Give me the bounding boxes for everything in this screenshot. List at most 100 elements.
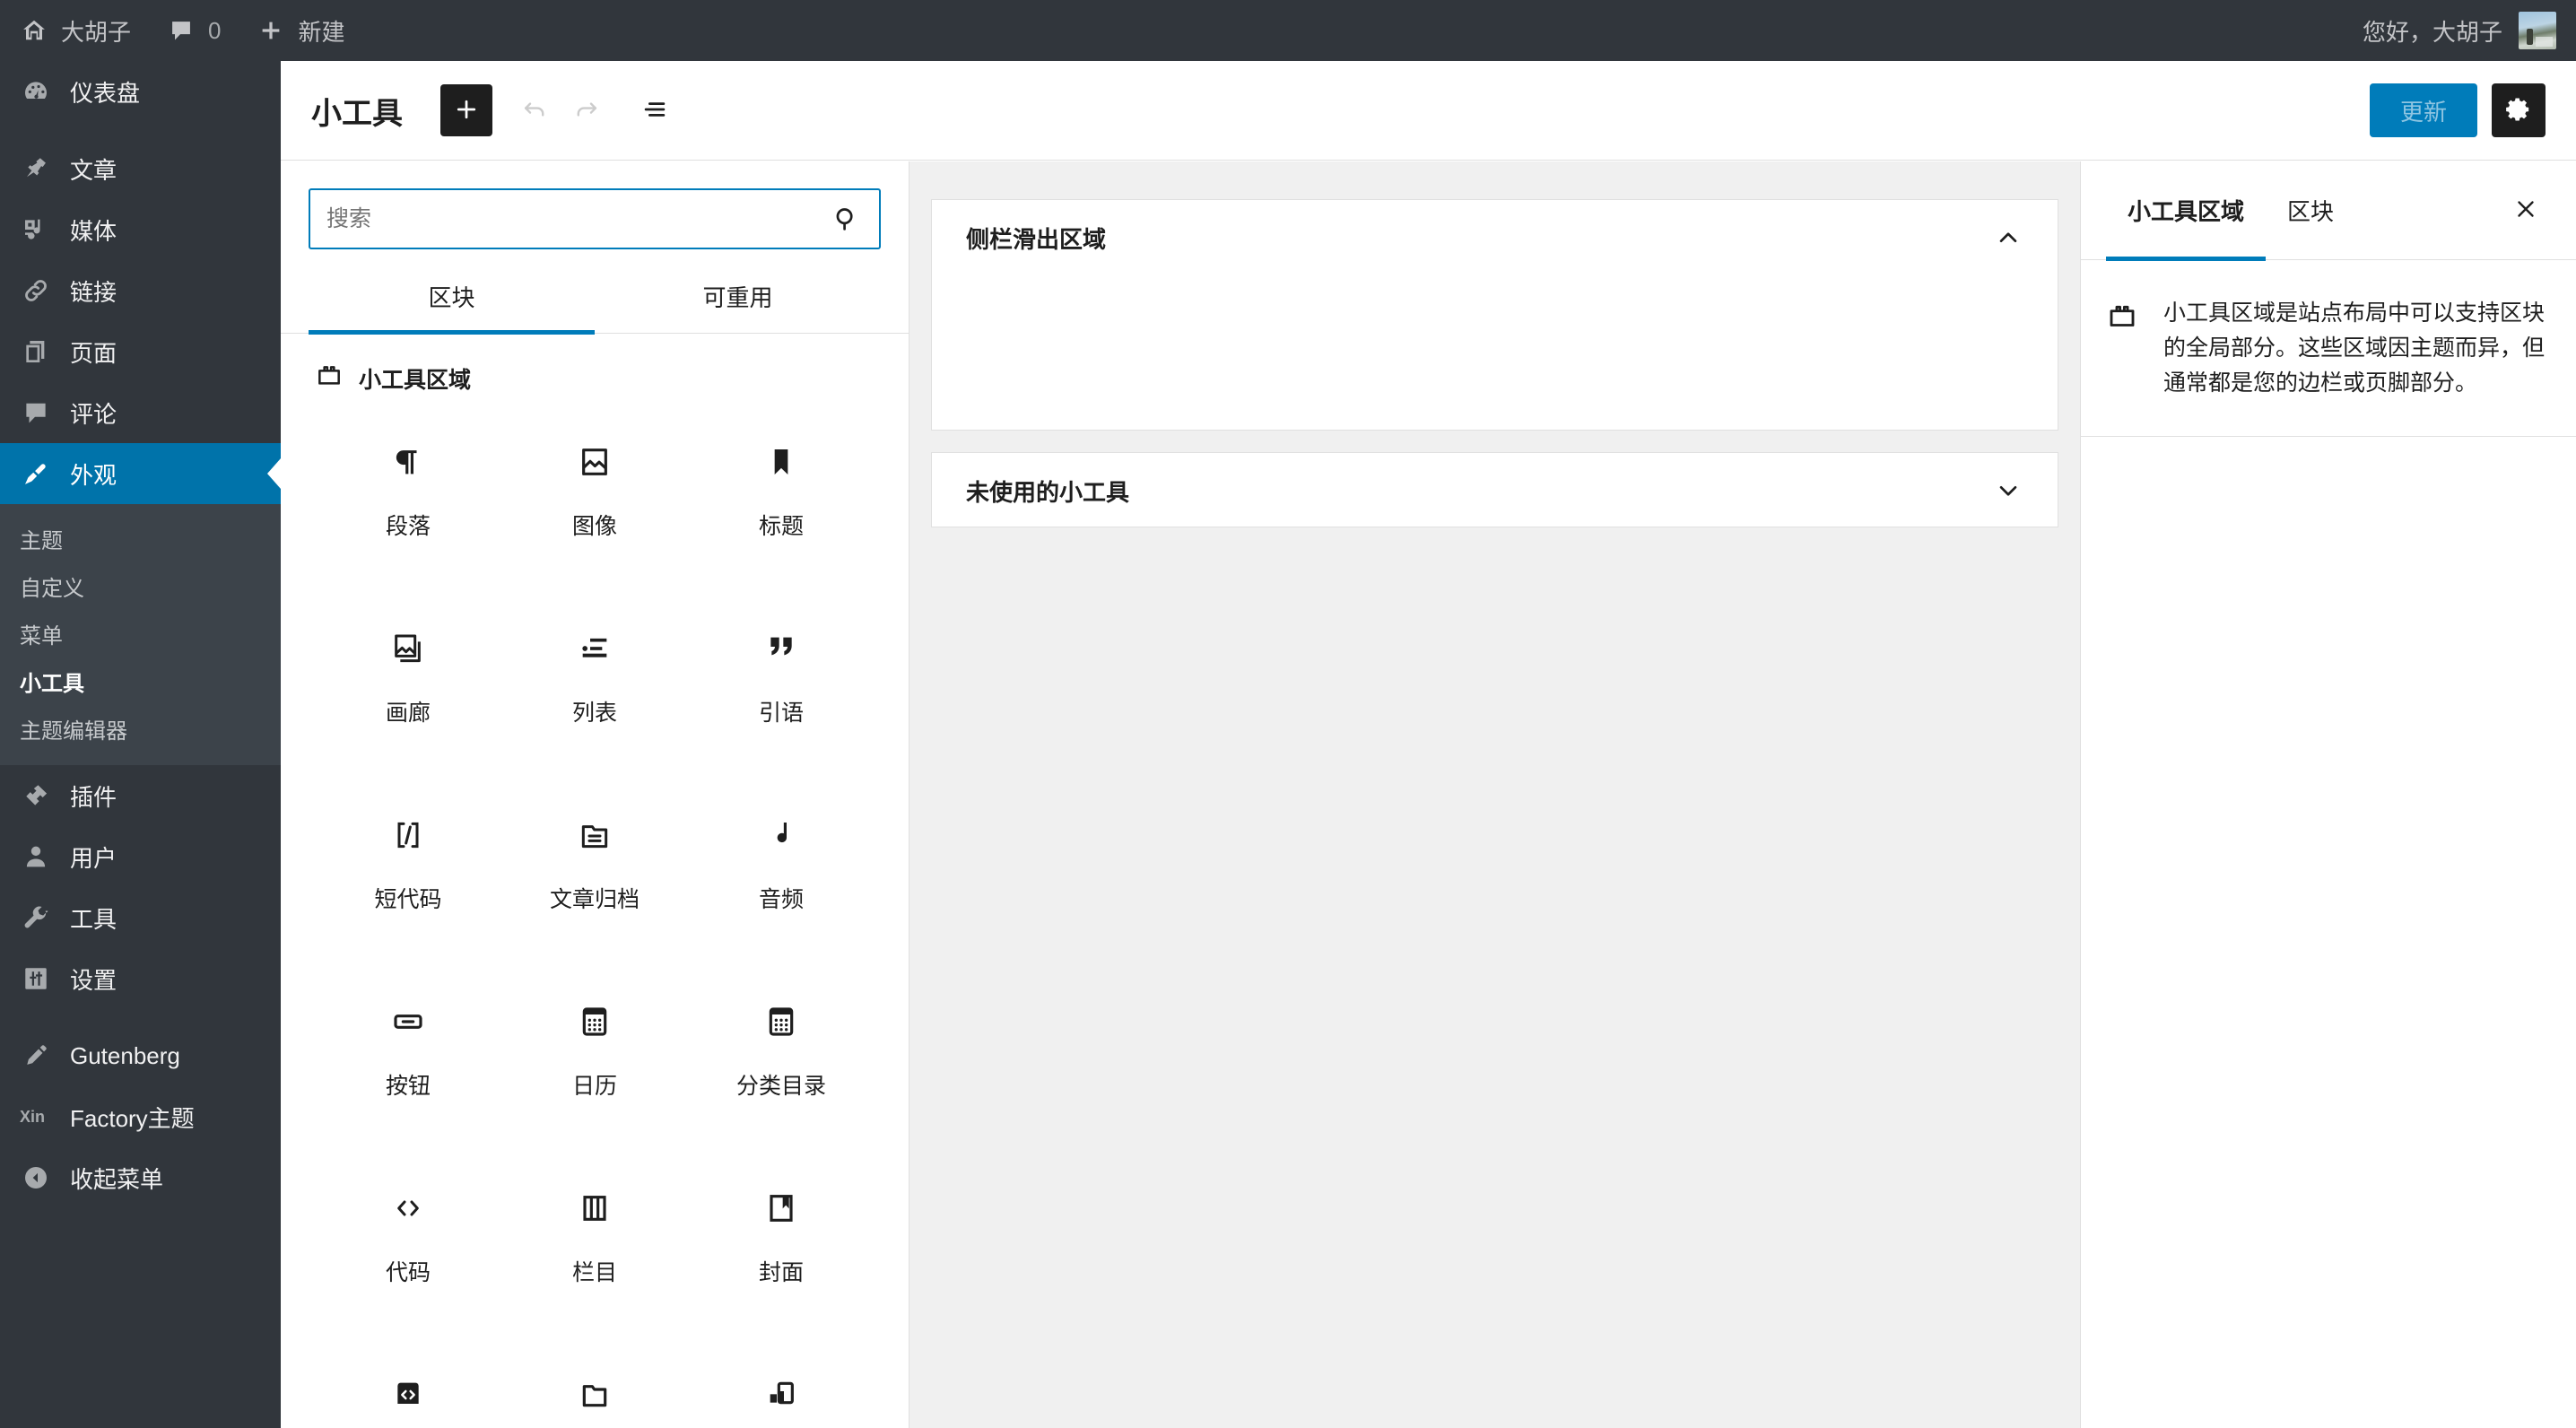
sidebar-item-posts[interactable]: 文章: [0, 138, 281, 199]
add-block-button[interactable]: [440, 84, 492, 136]
appearance-submenu: 主题 自定义 菜单 小工具 主题编辑器: [0, 504, 281, 765]
comment-bubble-icon: [20, 396, 52, 429]
submenu-item-widgets[interactable]: 小工具: [0, 657, 281, 705]
list-view-button[interactable]: [629, 84, 681, 136]
submenu-item-theme-editor[interactable]: 主题编辑器: [0, 705, 281, 753]
block-item-label: 图像: [571, 514, 617, 539]
sidebar-item-plugins[interactable]: 插件: [0, 765, 281, 826]
block-item-label: 分类目录: [735, 1074, 826, 1099]
block-item-calendar[interactable]: 日历: [501, 971, 688, 1158]
search-input[interactable]: [310, 205, 831, 232]
inserter-tabs: 区块 可重用: [281, 274, 909, 335]
widget-area-panel[interactable]: 未使用的小工具: [931, 452, 2058, 527]
block-item-label: 画廊: [385, 701, 431, 726]
block-item-archives[interactable]: 文章归档: [501, 785, 688, 971]
list-icon: [577, 623, 613, 674]
gear-icon: [2504, 95, 2533, 126]
submenu-item-customize[interactable]: 自定义: [0, 562, 281, 610]
sidebar-item-pages[interactable]: 页面: [0, 321, 281, 382]
admin-bar-comments[interactable]: 0: [149, 0, 239, 61]
block-item-media-text[interactable]: [688, 1345, 875, 1428]
block-item-image[interactable]: 图像: [501, 412, 688, 598]
page-title: 小工具: [311, 96, 403, 131]
editor-body: 区块 可重用 小工具区域: [281, 161, 2576, 1428]
sidebar-item-gutenberg[interactable]: Gutenberg: [0, 1025, 281, 1086]
custom-html-icon: [390, 1370, 426, 1420]
admin-bar-left-group: 大胡子 0 新建: [0, 0, 363, 61]
sidebar-item-settings[interactable]: 设置: [0, 948, 281, 1009]
settings-button[interactable]: [2492, 83, 2546, 137]
editor-canvas: 侧栏滑出区域 未使用的小工具: [909, 161, 2081, 1428]
block-item-custom-html[interactable]: [315, 1345, 501, 1428]
plus-icon: [453, 96, 480, 126]
close-sidebar-button[interactable]: [2501, 186, 2551, 236]
archive-folder-icon: [577, 810, 613, 860]
undo-button[interactable]: [509, 84, 561, 136]
admin-bar-site-name[interactable]: 大胡子: [0, 0, 149, 61]
sidebar-item-users[interactable]: 用户: [0, 826, 281, 887]
chevron-up-icon[interactable]: [1993, 222, 2023, 253]
block-item-button[interactable]: 按钮: [315, 971, 501, 1158]
sidebar-item-factory-theme[interactable]: Xin Factory主题: [0, 1086, 281, 1147]
tab-block[interactable]: 区块: [2266, 161, 2355, 260]
widget-areas-list: 侧栏滑出区域 未使用的小工具: [909, 161, 2080, 527]
update-button[interactable]: 更新: [2369, 83, 2477, 137]
editor-header-toolbar: 小工具 更新: [281, 61, 2576, 161]
block-item-cover[interactable]: 封面: [688, 1158, 875, 1345]
editor-header-actions: 更新: [2369, 83, 2546, 137]
sidebar-item-label: 评论: [70, 400, 117, 428]
block-item-gallery[interactable]: 画廊: [315, 598, 501, 785]
sidebar-item-appearance[interactable]: 外观: [0, 443, 281, 504]
block-item-audio[interactable]: 音频: [688, 785, 875, 971]
admin-bar-greeting: 您好，大胡子: [2362, 18, 2502, 46]
widget-area-panel[interactable]: 侧栏滑出区域: [931, 199, 2058, 431]
sidebar-item-links[interactable]: 链接: [0, 260, 281, 321]
tab-blocks[interactable]: 区块: [309, 274, 595, 335]
block-item-label: 段落: [385, 514, 431, 539]
block-item-columns[interactable]: 栏目: [501, 1158, 688, 1345]
sidebar-item-label: 仪表盘: [70, 79, 141, 107]
block-item-paragraph[interactable]: 段落: [315, 412, 501, 598]
widget-area-header[interactable]: 未使用的小工具: [932, 453, 2058, 528]
submenu-item-themes[interactable]: 主题: [0, 515, 281, 562]
block-item-file[interactable]: [501, 1345, 688, 1428]
block-item-shortcode[interactable]: 短代码: [315, 785, 501, 971]
sidebar-item-dashboard[interactable]: 仪表盘: [0, 61, 281, 122]
admin-bar-account[interactable]: 您好，大胡子: [2363, 0, 2576, 61]
block-item-label: 短代码: [374, 887, 442, 912]
sidebar-item-label: 文章: [70, 156, 117, 184]
sidebar-item-tools[interactable]: 工具: [0, 887, 281, 948]
wp-widgets-editor-screen: 大胡子 0 新建 您好，大胡子 仪表盘 文章 媒体 链接 页面 评论 外观 主题…: [0, 0, 2576, 1428]
block-item-categories[interactable]: 分类目录: [688, 971, 875, 1158]
admin-bar-new-content[interactable]: 新建: [239, 0, 362, 61]
plugin-plug-icon: [20, 779, 52, 812]
submenu-item-menus[interactable]: 菜单: [0, 610, 281, 657]
calendar-icon: [577, 997, 613, 1047]
admin-bar-new-label: 新建: [298, 18, 345, 46]
user-icon: [20, 840, 52, 873]
block-item-label: 日历: [571, 1074, 617, 1099]
block-item-quote[interactable]: 引语: [688, 598, 875, 785]
block-category-header: 小工具区域: [281, 334, 909, 401]
chevron-down-icon[interactable]: [1993, 475, 2023, 506]
sidebar-item-comments[interactable]: 评论: [0, 382, 281, 443]
admin-bar-site-name-label: 大胡子: [61, 18, 132, 46]
tab-reusable[interactable]: 可重用: [595, 274, 881, 333]
media-icon: [20, 213, 52, 246]
admin-menu-sidebar: 仪表盘 文章 媒体 链接 页面 评论 外观 主题 自定义 菜单 小工具 主题编辑…: [0, 61, 281, 1428]
block-item-label: 标题: [758, 514, 804, 539]
button-icon: [390, 997, 426, 1047]
sidebar-item-collapse-menu[interactable]: 收起菜单: [0, 1147, 281, 1208]
block-item-code[interactable]: 代码: [315, 1158, 501, 1345]
block-item-heading[interactable]: 标题: [688, 412, 875, 598]
audio-note-icon: [763, 810, 799, 860]
appearance-brush-icon: [20, 457, 52, 490]
search-input-wrapper[interactable]: [309, 188, 881, 249]
menu-separator: [0, 122, 281, 138]
sidebar-item-media[interactable]: 媒体: [0, 199, 281, 260]
redo-button[interactable]: [561, 84, 613, 136]
admin-bar-comments-count: 0: [208, 16, 222, 44]
block-item-list[interactable]: 列表: [501, 598, 688, 785]
widget-area-header[interactable]: 侧栏滑出区域: [932, 200, 2058, 275]
tab-widget-area[interactable]: 小工具区域: [2106, 161, 2267, 261]
